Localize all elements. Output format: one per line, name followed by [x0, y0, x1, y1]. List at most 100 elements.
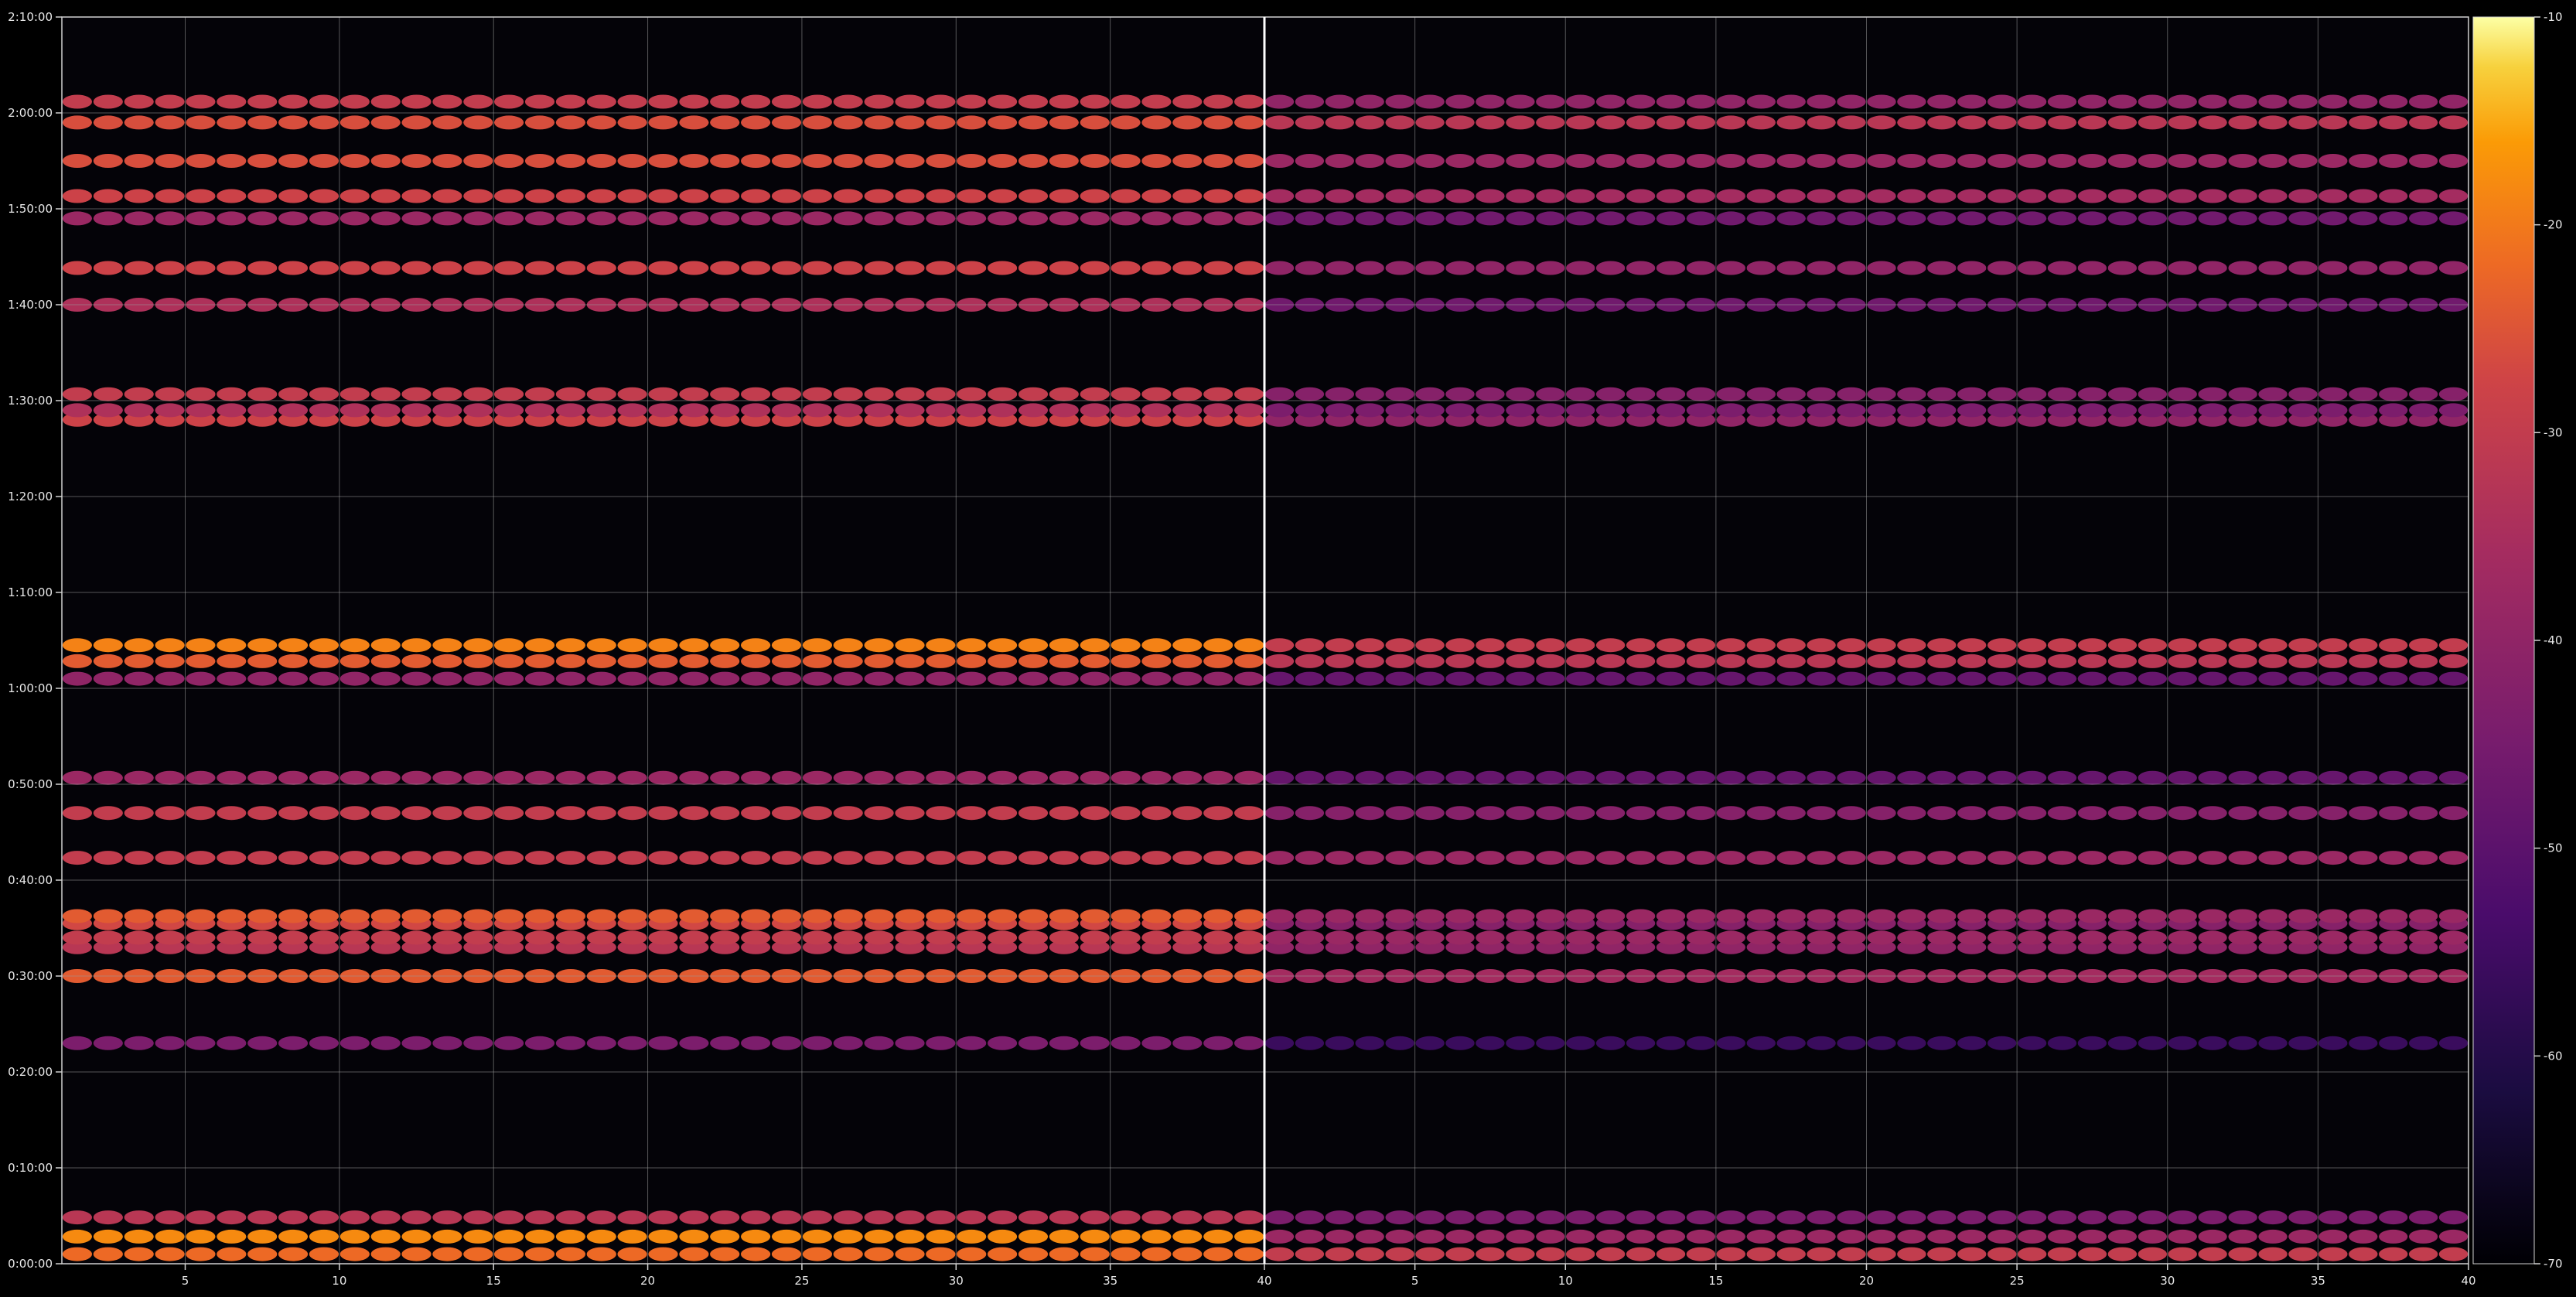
heatmap-cell: [1867, 671, 1896, 686]
heatmap-cell: [1595, 1036, 1626, 1050]
heatmap-cell: [2198, 909, 2227, 923]
heatmap-cell: [1203, 211, 1233, 226]
heatmap-cell: [1080, 1036, 1110, 1050]
heatmap-cell: [1506, 806, 1535, 821]
heatmap-cell: [1656, 671, 1686, 686]
heatmap-cell: [1264, 1210, 1295, 1225]
heatmap-cell: [555, 94, 586, 109]
heatmap-cell: [2258, 1229, 2288, 1244]
heatmap-cell: [339, 115, 370, 130]
heatmap-cell: [679, 638, 709, 653]
heatmap-cell: [1080, 94, 1110, 109]
heatmap-cell: [679, 261, 709, 275]
heatmap-cell: [1506, 654, 1535, 668]
heatmap-cell: [1897, 387, 1926, 401]
x-tick-label: 40: [1257, 1274, 1271, 1288]
heatmap-cell: [1476, 403, 1505, 418]
heatmap-cell: [2379, 671, 2408, 686]
heatmap-cell: [2438, 1229, 2469, 1244]
heatmap-cell: [463, 154, 493, 168]
heatmap-cell: [1927, 189, 1957, 203]
heatmap-cell: [1445, 154, 1475, 168]
heatmap-cell: [802, 115, 832, 130]
heatmap-cell: [1897, 403, 1926, 418]
heatmap-cell: [1957, 1247, 1987, 1261]
heatmap-cell: [710, 211, 740, 226]
heatmap-cell: [1987, 930, 2017, 945]
heatmap-cell: [1049, 154, 1079, 168]
heatmap-cell: [1686, 806, 1716, 821]
heatmap-cell: [2408, 189, 2438, 203]
heatmap-cell: [1325, 1036, 1355, 1050]
heatmap-cell: [802, 261, 832, 275]
heatmap-cell: [62, 654, 92, 668]
heatmap-cell: [1807, 261, 1836, 275]
heatmap-cell: [247, 94, 278, 109]
heatmap-cell: [771, 94, 802, 109]
heatmap-cell: [524, 189, 555, 203]
heatmap-cell: [1595, 806, 1626, 821]
heatmap-cell: [1415, 189, 1445, 203]
heatmap-cell: [617, 189, 647, 203]
heatmap-cell: [864, 654, 894, 668]
heatmap-cell: [1080, 1210, 1110, 1225]
heatmap-cell: [1716, 211, 1745, 226]
heatmap-cell: [1325, 671, 1355, 686]
heatmap-cell: [1080, 806, 1110, 821]
heatmap-cell: [247, 806, 278, 821]
heatmap-cell: [1080, 671, 1110, 686]
heatmap-cell: [2258, 154, 2288, 168]
heatmap-cell: [1234, 94, 1264, 109]
heatmap-cell: [1656, 909, 1686, 923]
heatmap-cell: [1776, 638, 1806, 653]
heatmap-cell: [586, 189, 616, 203]
heatmap-cell: [771, 671, 802, 686]
heatmap-cell: [1325, 654, 1355, 668]
heatmap-cell: [62, 403, 92, 418]
heatmap-cell: [2288, 261, 2318, 275]
heatmap-cell: [2198, 94, 2227, 109]
heatmap-cell: [741, 387, 771, 401]
heatmap-cell: [833, 1036, 863, 1050]
heatmap-cell: [1566, 1229, 1595, 1244]
heatmap-cell: [1111, 930, 1141, 945]
heatmap-cell: [2379, 930, 2408, 945]
colorbar-tick-label: -70: [2544, 1257, 2563, 1271]
heatmap-cell: [2107, 671, 2138, 686]
heatmap-cell: [617, 851, 647, 865]
y-tick-label: 2:10:00: [8, 10, 53, 24]
heatmap-cell: [1716, 154, 1745, 168]
heatmap-cell: [2349, 638, 2378, 653]
heatmap-cell: [895, 154, 925, 168]
heatmap-cell: [586, 261, 616, 275]
heatmap-cell: [648, 654, 678, 668]
heatmap-cell: [2408, 1036, 2438, 1050]
heatmap-cell: [494, 403, 524, 418]
heatmap-cell: [2228, 115, 2257, 130]
heatmap-cell: [124, 403, 154, 418]
heatmap-cell: [1626, 930, 1656, 945]
heatmap-cell: [2408, 671, 2438, 686]
heatmap-cell: [2408, 1210, 2438, 1225]
heatmap-cell: [1476, 909, 1505, 923]
heatmap-cell: [895, 1036, 925, 1050]
heatmap-cell: [1897, 806, 1926, 821]
heatmap-cell: [2288, 1210, 2318, 1225]
heatmap-cell: [2318, 851, 2348, 865]
heatmap-cell: [339, 851, 370, 865]
heatmap-cell: [1295, 261, 1325, 275]
heatmap-cell: [2438, 1210, 2469, 1225]
heatmap-cell: [2077, 154, 2107, 168]
heatmap-cell: [679, 1036, 709, 1050]
heatmap-cell: [771, 189, 802, 203]
heatmap-cell: [1415, 638, 1445, 653]
heatmap-cell: [1897, 1036, 1926, 1050]
heatmap-cell: [247, 638, 278, 653]
heatmap-cell: [1080, 909, 1110, 923]
heatmap-cell: [648, 115, 678, 130]
heatmap-cell: [1234, 671, 1264, 686]
heatmap-cell: [2198, 1247, 2227, 1261]
heatmap-cell: [1445, 770, 1475, 785]
heatmap-cell: [278, 909, 309, 923]
heatmap-cell: [679, 671, 709, 686]
